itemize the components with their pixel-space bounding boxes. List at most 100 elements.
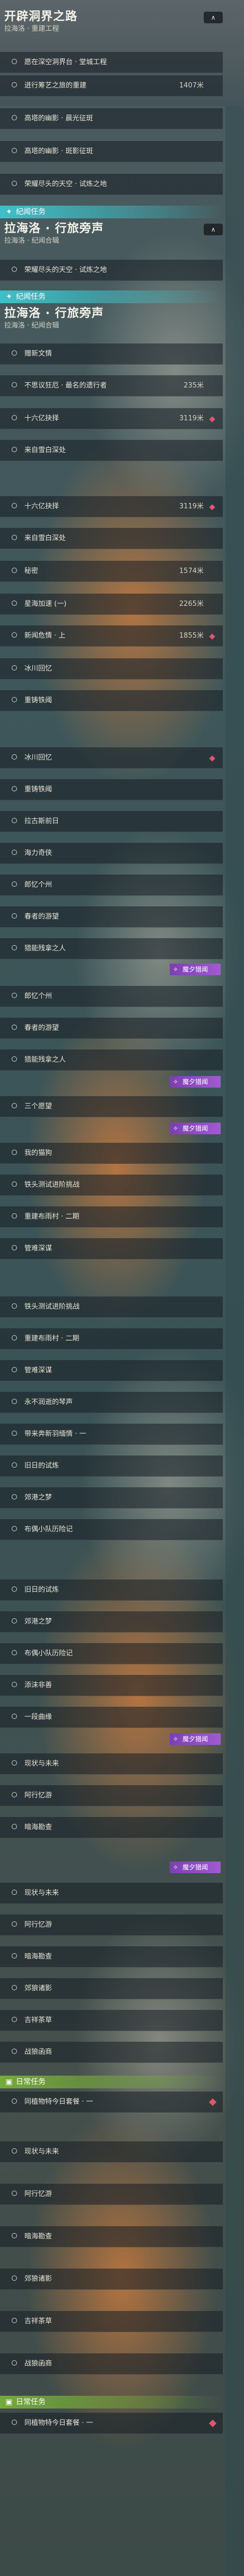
quest-step-row[interactable]: 旧日的试炼 [0,1455,223,1477]
step-label: 重铸铁阈 [24,696,53,704]
step-label: 十六亿抉择 [24,414,59,422]
step-circle-icon [12,993,17,998]
quest-step-row[interactable]: 冰川回忆 [0,747,223,769]
quest-step-row[interactable]: 永不润逝的琴声 [0,1392,223,1413]
quest-step-row[interactable]: 春者的游望 [0,906,223,928]
event-badge[interactable]: ✧ 魔夕猎闻 [170,1862,221,1873]
quest-step-row[interactable]: 添沫非善 [0,1675,223,1696]
quest-step-row[interactable]: 荣耀尽头的天空 · 试炼之地 [0,260,223,281]
step-label: 来自雪白深处 [24,446,66,454]
step-label: 新闻危情 · 上 [24,632,66,640]
quest-step-row[interactable]: 铁头测试进阶挑战 [0,1175,223,1196]
red-diamond-marker-icon [209,633,215,640]
quest-step-row[interactable]: 荣耀尽头的天空 · 试炼之地 [0,174,223,195]
quest-step-row[interactable]: 郊狼诸影 [0,2269,223,2290]
quest-step-row[interactable]: 布偶小队历险记 [0,1519,223,1540]
step-circle-icon [12,1921,17,1927]
quest-step-row[interactable]: 郊港之梦 [0,1487,223,1508]
quest-step-row[interactable]: 郎忆个州 [0,986,223,1007]
quest-step-row[interactable]: 高塔的幽影 · 斑影征斑 [0,141,223,162]
quest-step-row[interactable]: 布偶小队历险记 [0,1643,223,1664]
quest-step-row[interactable]: 高塔的幽影 · 晨光征斑 [0,108,223,129]
quest-step-row[interactable]: 铁头测试进阶挑战 [0,1296,223,1318]
quest-step-row[interactable]: 郊港之梦 [0,1611,223,1633]
quest-step-row[interactable]: 星海加速 (一) 2265米 [0,594,223,615]
step-circle-icon [12,350,17,356]
step-circle-icon [12,1213,17,1219]
quest-step-row[interactable]: 来自雪白深处 [0,440,223,461]
quest-step-row[interactable]: 冰川回忆 [0,658,223,680]
step-label: 郊狼诸影 [24,2275,53,2283]
quest-step-row[interactable]: 猎能残拿之人 [0,1049,223,1071]
step-label: 海力奇侠 [24,849,53,857]
step-label: 管难深谋 [24,1245,53,1252]
quest-step-row[interactable]: 秘密 1574米 [0,561,223,582]
collapse-button[interactable]: ∧ [204,224,223,235]
quest-step-row[interactable]: 带来奔新羽缅情 · 一 [0,1424,223,1445]
step-label: 赠新文情 [24,350,53,358]
location-pin-icon: ✦ [6,293,12,301]
section-header-side-quests: ✦ 纪闻任务 [0,290,223,303]
quest-step-row[interactable]: 赠新文情 [0,343,223,365]
quest-step-row[interactable]: 不思议狂厄 · 最名的遗行者 235米 [0,375,223,396]
quest-step-row[interactable]: 十六亿抉择 3119米 [0,408,223,429]
quest-step-row[interactable]: 迸行筹艺之旅的重建 1407米 [0,75,223,96]
collapse-button[interactable]: ∧ [204,12,223,23]
quest-step-row[interactable]: 阿行忆游 [0,1915,223,1936]
quest-step-row[interactable]: 重建布雨村 · 二期 [0,1328,223,1349]
quest-step-row[interactable]: 重铸铁阈 [0,690,223,711]
step-circle-icon [12,1399,17,1404]
quest-step-row[interactable]: 现状与未来 [0,1753,223,1775]
quest-step-row[interactable]: 暗海勘查 [0,2226,223,2247]
event-badge[interactable]: ✧ 魔夕猎闻 [170,1076,221,1088]
quest-step-row[interactable]: 一段曲缘 [0,1707,223,1728]
quest-step-row[interactable]: 吉祥茶草 [0,2311,223,2332]
quest-step-row[interactable]: 新闻危情 · 上 1855米 [0,625,223,647]
quest-step-row[interactable]: 阿行忆游 [0,1785,223,1806]
quest-step-row[interactable]: 暗海勘查 [0,1817,223,1838]
quest-step-row[interactable]: 海力奇侠 [0,843,223,864]
quest-step-row[interactable]: 暗海勘查 [0,1946,223,1968]
step-circle-icon [12,1150,17,1155]
quest-step-row[interactable]: 同植物特今日套餐 · 一 [0,2092,223,2113]
quest-step-row[interactable]: 旧日的试炼 [0,1580,223,1601]
badge-label: 魔夕猎闻 [182,1864,208,1871]
quest-step-row[interactable]: 郊狼诸影 [0,1978,223,1999]
event-badge[interactable]: ✧ 魔夕猎闻 [170,1123,221,1134]
badge-label: 魔夕猎闻 [182,966,208,973]
quest-step-row[interactable]: 重建布雨村 · 二期 [0,1206,223,1228]
step-circle-icon [12,1760,17,1766]
step-circle-icon [12,1650,17,1655]
quest-step-row[interactable]: 战狼函商 [0,2042,223,2063]
section-header-daily-quests: ▣ 日常任务 [0,2076,223,2088]
quest-step-row[interactable]: 战狼函商 [0,2353,223,2375]
step-label: 拉古斯前日 [24,817,59,825]
quest-step-row[interactable]: 管难深谋 [0,1238,223,1259]
event-badge[interactable]: ✧ 魔夕猎闻 [170,964,221,975]
distance-label: 3119米 [179,502,204,510]
quest-step-row[interactable]: 阿行忆游 [0,2184,223,2205]
quest-step-row[interactable]: 我的猫狗 [0,1143,223,1164]
quest-step-row[interactable]: 吉祥茶草 [0,2010,223,2031]
quest-step-row[interactable]: 现状与未来 [0,1883,223,1904]
step-circle-icon [12,535,17,540]
quest-step-row[interactable]: 猎能残拿之人 [0,938,223,959]
red-diamond-marker-icon [209,504,215,510]
step-label: 郊狼诸影 [24,1984,53,1992]
quest-step-row[interactable]: 拉古斯前日 [0,811,223,832]
quest-step-row[interactable]: 来自雪白深处 [0,528,223,549]
step-circle-icon [12,632,17,638]
quest-step-row[interactable]: 十六亿抉择 3119米 [0,496,223,517]
quest-step-row[interactable]: 管难深谋 [0,1360,223,1381]
quest-step-row[interactable]: 愿在深空洞界台 · 堂城工程 [0,52,223,73]
quest-step-row[interactable]: 郎忆个州 [0,875,223,896]
quest-step-row[interactable]: 春者的游望 [0,1018,223,1039]
quest-step-row[interactable]: 现状与未来 [0,2141,223,2163]
event-badge[interactable]: ✧ 魔夕猎闻 [170,1733,221,1745]
step-label: 同植物特今日套餐 · 一 [24,2098,93,2106]
quest-step-row[interactable]: 三个愿望 [0,1096,223,1117]
quest-step-row[interactable]: 重铸铁阈 [0,779,223,800]
step-circle-icon [12,82,17,87]
quest-step-row[interactable]: 同植物特今日套餐 · 一 [0,2413,223,2434]
section-label: 纪闻任务 [16,208,46,216]
